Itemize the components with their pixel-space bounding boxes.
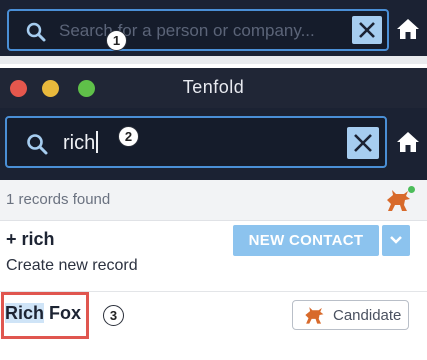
search-input[interactable]: Search for a person or company... (7, 9, 389, 51)
search-bar: rich (0, 108, 427, 180)
title-bar: Tenfold (0, 68, 427, 108)
search-value-wrap: rich (63, 131, 99, 155)
name-rest: Fox (44, 303, 82, 323)
online-status-dot (408, 186, 415, 193)
search-input[interactable]: rich (5, 116, 387, 168)
window-title: Tenfold (182, 77, 245, 97)
home-icon[interactable] (396, 17, 420, 41)
contact-result-row[interactable]: Rich Fox Candidate (0, 292, 427, 360)
clear-search-button[interactable] (352, 16, 382, 44)
top-search-bar: Search for a person or company... (0, 0, 427, 64)
home-icon[interactable] (396, 130, 420, 154)
chevron-down-icon (390, 236, 402, 244)
step-marker-2: 2 (118, 126, 139, 147)
new-contact-dropdown-button[interactable] (382, 225, 410, 256)
divider (0, 56, 427, 64)
step-marker-3: 3 (103, 305, 124, 326)
new-record-row[interactable]: + rich Create new record NEW CONTACT (0, 221, 427, 292)
contact-name[interactable]: Rich Fox (5, 303, 81, 324)
fox-icon (305, 307, 324, 324)
candidate-badge[interactable]: Candidate (292, 300, 409, 330)
text-caret (96, 131, 99, 153)
search-icon (26, 22, 46, 42)
search-placeholder: Search for a person or company... (59, 21, 315, 40)
search-value: rich (63, 132, 96, 154)
candidate-label: Candidate (333, 307, 402, 324)
close-icon (359, 22, 375, 38)
new-record-subtitle: Create new record (6, 257, 138, 274)
tenfold-window: Tenfold rich 1 records found + rich Crea… (0, 68, 427, 360)
new-contact-button[interactable]: NEW CONTACT (233, 225, 379, 256)
step-marker-1: 1 (106, 30, 127, 51)
close-icon (354, 134, 372, 152)
result-count: 1 records found (6, 191, 111, 208)
search-icon (27, 134, 48, 155)
name-match-highlight: Rich (5, 303, 45, 323)
new-record-title: + rich (6, 229, 55, 249)
results-header: 1 records found (0, 180, 427, 221)
clear-search-button[interactable] (347, 127, 379, 159)
